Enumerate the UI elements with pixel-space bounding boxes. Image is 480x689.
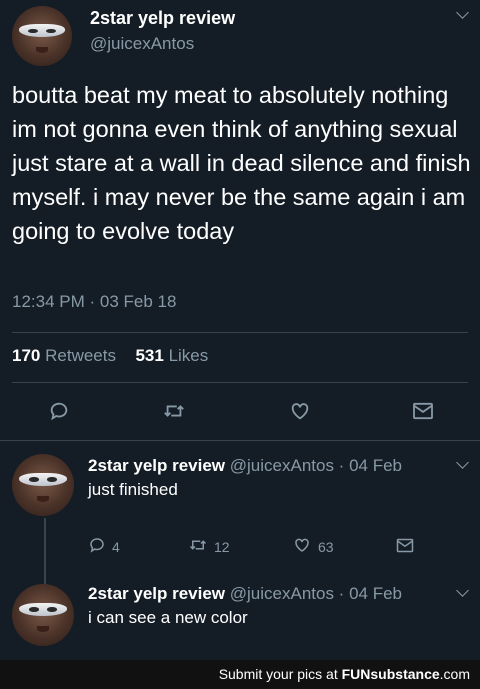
reply-header: 2star yelp review @juicexAntos · 04 Feb — [88, 584, 402, 604]
reply-meta[interactable]: @juicexAntos · 04 Feb — [230, 584, 402, 603]
retweets-label[interactable]: Retweets — [45, 346, 116, 365]
direct-message-icon[interactable] — [412, 402, 434, 420]
footer-brand[interactable]: FUNsubstance — [342, 666, 440, 682]
footer-suffix: .com — [439, 666, 470, 682]
likes-count[interactable]: 531 — [135, 346, 163, 365]
thread-line — [44, 518, 46, 584]
display-name[interactable]: 2star yelp review — [90, 8, 235, 29]
divider — [0, 440, 480, 441]
retweet-icon[interactable] — [162, 400, 186, 422]
reply-action[interactable]: 4 — [88, 536, 120, 557]
reply-text: i can see a new color — [88, 608, 248, 627]
avatar-mask-graphic — [19, 24, 65, 38]
like-count: 63 — [318, 538, 334, 555]
direct-message-icon[interactable] — [396, 538, 414, 553]
like-icon[interactable] — [288, 400, 312, 422]
handle[interactable]: @juicexAntos — [90, 34, 194, 54]
likes-label[interactable]: Likes — [169, 346, 209, 365]
avatar-mask-graphic — [19, 472, 67, 487]
tweet-text: boutta beat my meat to absolutely nothin… — [12, 82, 471, 244]
tweet-stats: 170 Retweets 531 Likes — [12, 346, 208, 366]
footer-watermark: Submit your pics at FUNsubstance.com — [0, 660, 480, 689]
avatar[interactable] — [12, 6, 72, 66]
like-action[interactable]: 63 — [292, 536, 334, 557]
avatar-mouth-graphic — [36, 46, 48, 53]
retweet-icon — [188, 536, 208, 557]
avatar-mouth-graphic — [36, 496, 50, 503]
reply-text: just finished — [88, 480, 178, 499]
divider — [12, 382, 468, 383]
reply-header: 2star yelp review @juicexAntos · 04 Feb — [88, 456, 402, 476]
reply-display-name[interactable]: 2star yelp review — [88, 584, 225, 603]
reply-meta[interactable]: @juicexAntos · 04 Feb — [230, 456, 402, 475]
tweet-timestamp[interactable]: 12:34 PM · 03 Feb 18 — [12, 292, 176, 312]
footer-prefix: Submit your pics at — [218, 666, 342, 682]
retweet-action[interactable]: 12 — [188, 536, 230, 557]
chevron-down-icon[interactable] — [456, 6, 469, 19]
reply-icon — [88, 536, 106, 557]
avatar[interactable] — [12, 584, 74, 646]
reply-icon[interactable] — [48, 400, 70, 422]
retweets-count[interactable]: 170 — [12, 346, 40, 365]
reply-count: 4 — [112, 538, 120, 555]
like-icon — [292, 536, 312, 557]
avatar-mouth-graphic — [36, 626, 50, 633]
avatar[interactable] — [12, 454, 74, 516]
retweet-count: 12 — [214, 538, 230, 555]
reply-display-name[interactable]: 2star yelp review — [88, 456, 225, 475]
chevron-down-icon[interactable] — [456, 584, 469, 597]
avatar-mask-graphic — [19, 602, 67, 617]
divider — [12, 332, 468, 333]
chevron-down-icon[interactable] — [456, 456, 469, 469]
